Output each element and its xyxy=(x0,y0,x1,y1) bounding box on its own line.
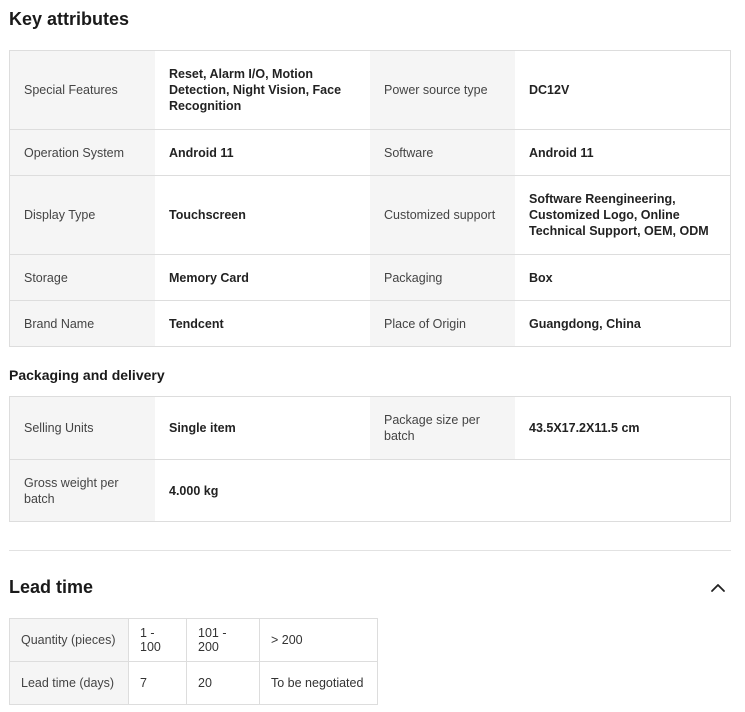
attribute-row: Storage Memory Card Packaging Box xyxy=(10,254,730,300)
section-divider xyxy=(9,550,731,551)
attribute-row: Brand Name Tendcent Place of Origin Guan… xyxy=(10,300,730,346)
attribute-label: Operation System xyxy=(10,130,155,175)
lead-time-table: Quantity (pieces) 1 - 100 101 - 200 > 20… xyxy=(9,618,378,705)
attribute-value: Tendcent xyxy=(155,301,370,346)
attribute-value: Android 11 xyxy=(155,130,370,175)
attribute-label: Packaging xyxy=(370,255,515,300)
attribute-label: Place of Origin xyxy=(370,301,515,346)
attribute-value: Android 11 xyxy=(515,130,730,175)
attribute-label: Package size per batch xyxy=(370,397,515,459)
attribute-value: Software Reengineering, Customized Logo,… xyxy=(515,176,730,254)
key-attributes-table: Special Features Reset, Alarm I/O, Motio… xyxy=(9,50,731,347)
attribute-row: Special Features Reset, Alarm I/O, Motio… xyxy=(10,51,730,129)
attribute-row: Display Type Touchscreen Customized supp… xyxy=(10,175,730,254)
attribute-label: Software xyxy=(370,130,515,175)
attribute-row: Selling Units Single item Package size p… xyxy=(10,397,730,459)
attribute-label: Special Features xyxy=(10,51,155,129)
attribute-label: Brand Name xyxy=(10,301,155,346)
chevron-up-icon xyxy=(711,584,725,592)
attribute-value: 43.5X17.2X11.5 cm xyxy=(515,397,730,459)
attribute-value: Memory Card xyxy=(155,255,370,300)
attribute-label: Gross weight per batch xyxy=(10,460,155,521)
table-cell: To be negotiated xyxy=(259,662,377,704)
row-header: Quantity (pieces) xyxy=(10,619,128,661)
attribute-value: DC12V xyxy=(515,51,730,129)
lead-time-title: Lead time xyxy=(9,577,94,597)
empty-cell xyxy=(370,460,730,521)
attribute-row: Operation System Android 11 Software And… xyxy=(10,129,730,175)
table-cell: > 200 xyxy=(259,619,377,661)
attribute-value: Box xyxy=(515,255,730,300)
attribute-value: Touchscreen xyxy=(155,176,370,254)
packaging-title: Packaging and delivery xyxy=(9,367,165,383)
row-header: Lead time (days) xyxy=(10,662,128,704)
table-cell: 1 - 100 xyxy=(128,619,186,661)
attribute-row: Gross weight per batch 4.000 kg xyxy=(10,459,730,521)
table-cell: 101 - 200 xyxy=(186,619,259,661)
attribute-label: Display Type xyxy=(10,176,155,254)
attribute-label: Selling Units xyxy=(10,397,155,459)
attribute-value: Reset, Alarm I/O, Motion Detection, Nigh… xyxy=(155,51,370,129)
lead-time-row: Lead time (days) 7 20 To be negotiated xyxy=(10,661,377,704)
packaging-table: Selling Units Single item Package size p… xyxy=(9,396,731,522)
attribute-label: Storage xyxy=(10,255,155,300)
table-cell: 20 xyxy=(186,662,259,704)
attribute-value: 4.000 kg xyxy=(155,460,370,521)
attribute-label: Power source type xyxy=(370,51,515,129)
key-attributes-title: Key attributes xyxy=(9,9,130,29)
attribute-value: Single item xyxy=(155,397,370,459)
lead-time-row: Quantity (pieces) 1 - 100 101 - 200 > 20… xyxy=(10,619,377,661)
collapse-button[interactable] xyxy=(708,580,728,596)
attribute-label: Customized support xyxy=(370,176,515,254)
table-cell: 7 xyxy=(128,662,186,704)
attribute-value: Guangdong, China xyxy=(515,301,730,346)
